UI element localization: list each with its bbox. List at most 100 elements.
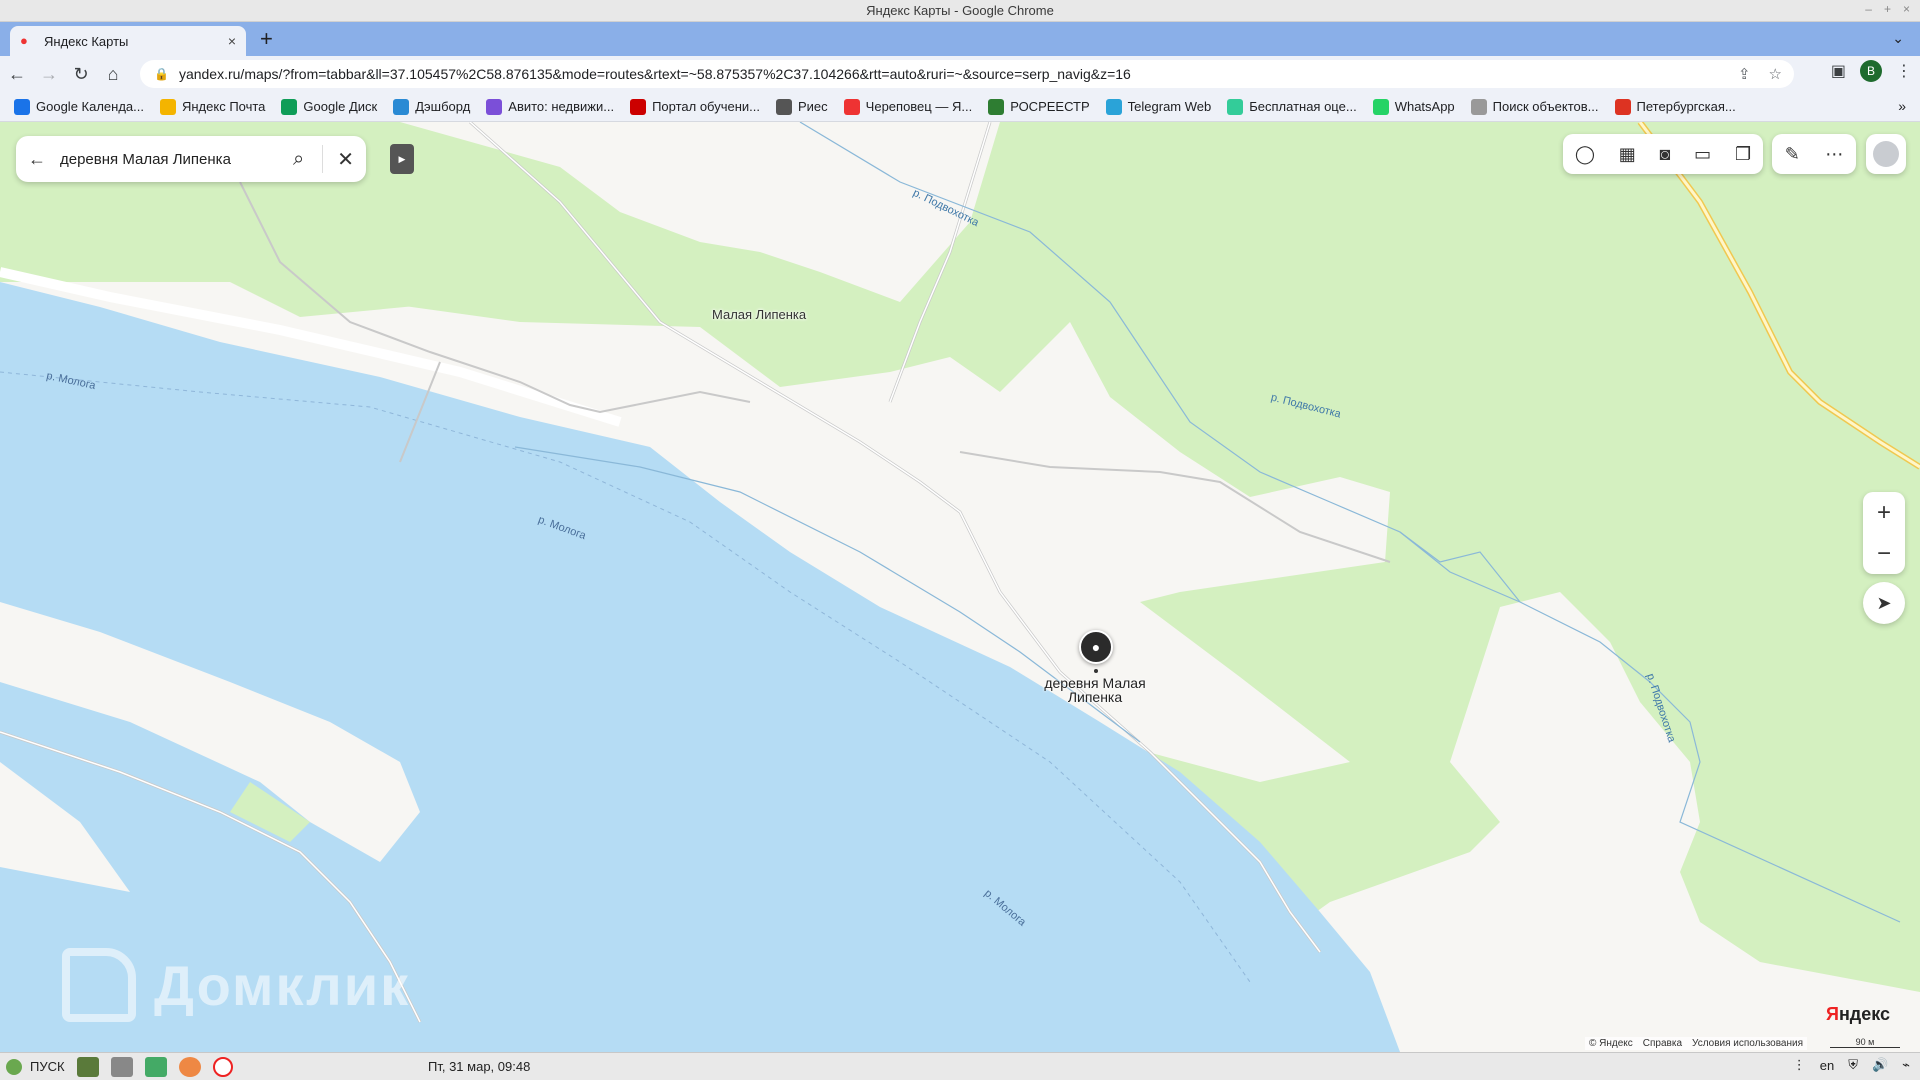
whatsapp-icon <box>1372 98 1389 115</box>
bookmark-item[interactable]: Google Календа... <box>14 98 144 115</box>
side-panel-icon[interactable]: ▣ <box>1831 61 1846 81</box>
mail-icon <box>159 98 176 115</box>
help-link[interactable]: Справка <box>1643 1038 1682 1049</box>
bookmark-label: Петербургская... <box>1636 99 1736 114</box>
window-title: Яндекс Карты - Google Chrome <box>866 3 1054 18</box>
place-label[interactable]: Малая Липенка <box>712 307 806 322</box>
bookmark-item[interactable]: Бесплатная оце... <box>1227 98 1357 115</box>
home-icon[interactable]: ⌂ <box>98 59 128 89</box>
start-label: ПУСК <box>30 1059 65 1074</box>
profile-avatar[interactable]: B <box>1860 60 1882 82</box>
bookmark-item[interactable]: Череповец — Я... <box>843 98 973 115</box>
more-icon[interactable]: ⋯ <box>1825 144 1843 165</box>
spb-icon <box>1614 98 1631 115</box>
start-button[interactable]: ПУСК <box>6 1058 65 1075</box>
close-tab-button[interactable]: × <box>228 33 236 49</box>
bookmark-label: Google Диск <box>303 99 378 114</box>
tools-toolbar: ✎ ⋯ <box>1772 134 1856 174</box>
bookmark-item[interactable]: Telegram Web <box>1105 98 1211 115</box>
tray-menu-icon[interactable]: ⋮ <box>1793 1057 1806 1073</box>
globe-icon[interactable]: ◯ <box>1575 144 1595 165</box>
bookmark-label: Портал обучени... <box>652 99 760 114</box>
yandex-logo-rest: ндекс <box>1838 1004 1891 1024</box>
forward-arrow-icon[interactable]: → <box>34 59 64 89</box>
bookmark-item[interactable]: Портал обучени... <box>630 98 760 115</box>
chrome-icon[interactable] <box>178 1056 201 1077</box>
calculator-icon[interactable] <box>144 1056 167 1077</box>
yandex-logo-ya: Я <box>1826 1004 1839 1024</box>
language-indicator[interactable]: en <box>1820 1058 1834 1073</box>
ruler-icon[interactable]: ✎ <box>1785 144 1800 165</box>
tab-title: Яндекс Карты <box>44 33 129 49</box>
menu-kebab-icon[interactable]: ⋮ <box>1896 61 1912 81</box>
tab-search-button[interactable]: ⌄ <box>1892 30 1904 47</box>
close-window-button[interactable]: × <box>1903 2 1910 16</box>
bookmark-item[interactable]: Яндекс Почта <box>159 98 265 115</box>
bookmarks-overflow-button[interactable]: » <box>1898 98 1906 114</box>
back-arrow-icon[interactable]: ← <box>2 59 32 89</box>
shield-icon[interactable]: ⛨ <box>1848 1057 1858 1073</box>
terms-link[interactable]: Условия использования <box>1692 1038 1803 1049</box>
volume-icon[interactable]: 🔊 <box>1872 1057 1888 1073</box>
ries-icon <box>776 98 792 115</box>
pin-label[interactable]: деревня Малая Липенка <box>1040 676 1150 704</box>
bookmark-label: Google Календа... <box>36 99 144 114</box>
bookmark-item[interactable]: Петербургская... <box>1614 98 1736 115</box>
window-titlebar: Яндекс Карты - Google Chrome – + × <box>0 0 1920 22</box>
yandex-logo[interactable]: Яндекс <box>1826 1004 1890 1025</box>
bus-icon[interactable]: ▭ <box>1694 144 1711 165</box>
browser-toolbar: ← → ↻ ⌂ 🔒 yandex.ru/maps/?from=tabbar&ll… <box>0 56 1920 92</box>
search-objects-icon <box>1470 98 1487 115</box>
maximize-button[interactable]: + <box>1884 2 1891 16</box>
search-icon[interactable]: ⌕ <box>293 148 304 171</box>
bookmark-item[interactable]: Дэшборд <box>393 98 470 115</box>
map-layers-icon[interactable]: ▦ <box>1619 144 1636 165</box>
search-input[interactable]: деревня Малая Липенка <box>60 151 293 168</box>
bookmark-label: Поиск объектов... <box>1492 99 1599 114</box>
clear-icon[interactable]: ✕ <box>337 147 354 172</box>
bookmark-label: WhatsApp <box>1394 99 1455 114</box>
expand-panel-button[interactable]: ▶ <box>390 144 414 174</box>
bookmark-item[interactable]: WhatsApp <box>1372 98 1455 115</box>
lock-icon[interactable]: 🔒 <box>154 67 169 81</box>
zoom-out-button[interactable]: − <box>1877 540 1891 568</box>
location-pin-icon[interactable]: ● <box>1079 630 1113 664</box>
map-canvas[interactable]: Малая Липенка р. Молога р. Молога р. Мол… <box>0 122 1920 1052</box>
scale-bar: 90 м <box>1830 1037 1900 1048</box>
user-profile-button[interactable] <box>1866 134 1906 174</box>
share-icon[interactable]: ⇪ <box>1738 65 1751 83</box>
bookmark-label: Череповец — Я... <box>865 99 973 114</box>
zoom-in-button[interactable]: + <box>1877 499 1891 527</box>
pin-dot <box>1094 669 1098 673</box>
yandex-browser-icon[interactable] <box>212 1056 233 1077</box>
new-tab-button[interactable]: + <box>260 26 273 52</box>
back-arrow-icon[interactable]: ← <box>28 149 46 170</box>
drive-icon <box>281 98 298 115</box>
bookmark-item[interactable]: РОСРЕЕСТР <box>988 98 1090 115</box>
copyright-link[interactable]: © Яндекс <box>1589 1038 1633 1049</box>
house-logo-icon <box>62 948 136 1022</box>
layers-icon[interactable]: ❐ <box>1735 144 1751 165</box>
divider <box>322 145 324 173</box>
bookmark-label: Риес <box>798 99 828 114</box>
calendar-icon <box>14 98 30 115</box>
bookmark-item[interactable]: Авито: недвижи... <box>486 98 614 115</box>
tab-yandex-maps[interactable]: ● Яндекс Карты × <box>10 26 246 56</box>
clock[interactable]: Пт, 31 мар, 09:48 <box>428 1059 530 1074</box>
bookmark-star-icon[interactable]: ☆ <box>1769 65 1782 83</box>
reload-icon[interactable]: ↻ <box>66 59 96 89</box>
map-footer: © Яндекс Справка Условия использования <box>1585 1037 1808 1050</box>
minimize-button[interactable]: – <box>1865 2 1872 16</box>
telegram-icon <box>1105 98 1122 115</box>
address-bar[interactable]: 🔒 yandex.ru/maps/?from=tabbar&ll=37.1054… <box>140 60 1794 88</box>
files-icon[interactable] <box>110 1056 133 1077</box>
terminal-icon[interactable] <box>76 1056 99 1077</box>
domclick-watermark: Домклик <box>62 948 410 1022</box>
network-icon[interactable]: ⌁ <box>1902 1057 1910 1073</box>
bookmark-label: Бесплатная оце... <box>1249 99 1357 114</box>
camera-icon[interactable]: ◙ <box>1660 144 1671 165</box>
bookmark-item[interactable]: Google Диск <box>281 98 378 115</box>
bookmark-item[interactable]: Риес <box>776 98 828 115</box>
bookmark-item[interactable]: Поиск объектов... <box>1470 98 1599 115</box>
locate-me-icon[interactable]: ➤ <box>1863 582 1905 624</box>
